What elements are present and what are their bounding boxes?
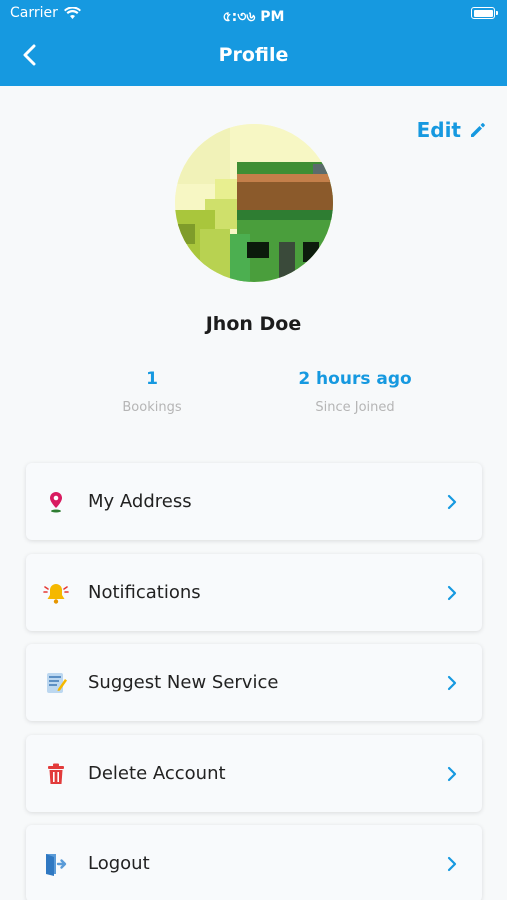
edit-label: Edit xyxy=(416,118,461,142)
avatar-image xyxy=(175,124,333,282)
avatar[interactable] xyxy=(175,124,333,282)
note-icon xyxy=(47,672,67,693)
menu-item-label: Delete Account xyxy=(88,763,226,784)
menu-item-logout[interactable]: Logout xyxy=(26,825,482,900)
menu-item-notifications[interactable]: Notifications xyxy=(26,554,482,631)
chevron-right-icon xyxy=(447,675,457,690)
page-title: Profile xyxy=(218,44,289,66)
location-pin-icon xyxy=(50,491,62,512)
chevron-right-icon xyxy=(447,494,457,509)
battery-icon xyxy=(471,7,498,19)
menu-item-suggest-new-service[interactable]: Suggest New Service xyxy=(26,644,482,721)
stat-since-joined: 2 hours ago Since Joined xyxy=(265,369,445,415)
trash-icon xyxy=(48,763,64,784)
menu-item-label: Logout xyxy=(88,853,150,874)
status-bar: Carrier ৫:৩৬ PM xyxy=(0,0,507,28)
stat-label: Since Joined xyxy=(315,400,395,415)
menu-item-label: Suggest New Service xyxy=(88,672,279,693)
edit-button[interactable]: Edit xyxy=(417,118,487,142)
stat-label: Bookings xyxy=(122,400,182,415)
app-header: Carrier ৫:৩৬ PM Profile xyxy=(0,0,507,86)
stat-value: 1 xyxy=(146,369,158,389)
chevron-right-icon xyxy=(447,856,457,871)
profile-name: Jhon Doe xyxy=(205,313,302,335)
pencil-icon xyxy=(471,123,485,137)
menu-item-my-address[interactable]: My Address xyxy=(26,463,482,540)
stat-bookings: 1 Bookings xyxy=(62,369,242,415)
chevron-right-icon xyxy=(447,585,457,600)
menu-item-label: My Address xyxy=(88,491,192,512)
menu-item-label: Notifications xyxy=(88,582,201,603)
bell-icon xyxy=(43,583,69,604)
logout-icon xyxy=(46,853,67,876)
nav-bar: Profile xyxy=(0,28,507,86)
stat-value: 2 hours ago xyxy=(298,369,412,389)
status-time: ৫:৩৬ PM xyxy=(222,9,285,25)
menu-item-delete-account[interactable]: Delete Account xyxy=(26,735,482,812)
chevron-right-icon xyxy=(447,766,457,781)
